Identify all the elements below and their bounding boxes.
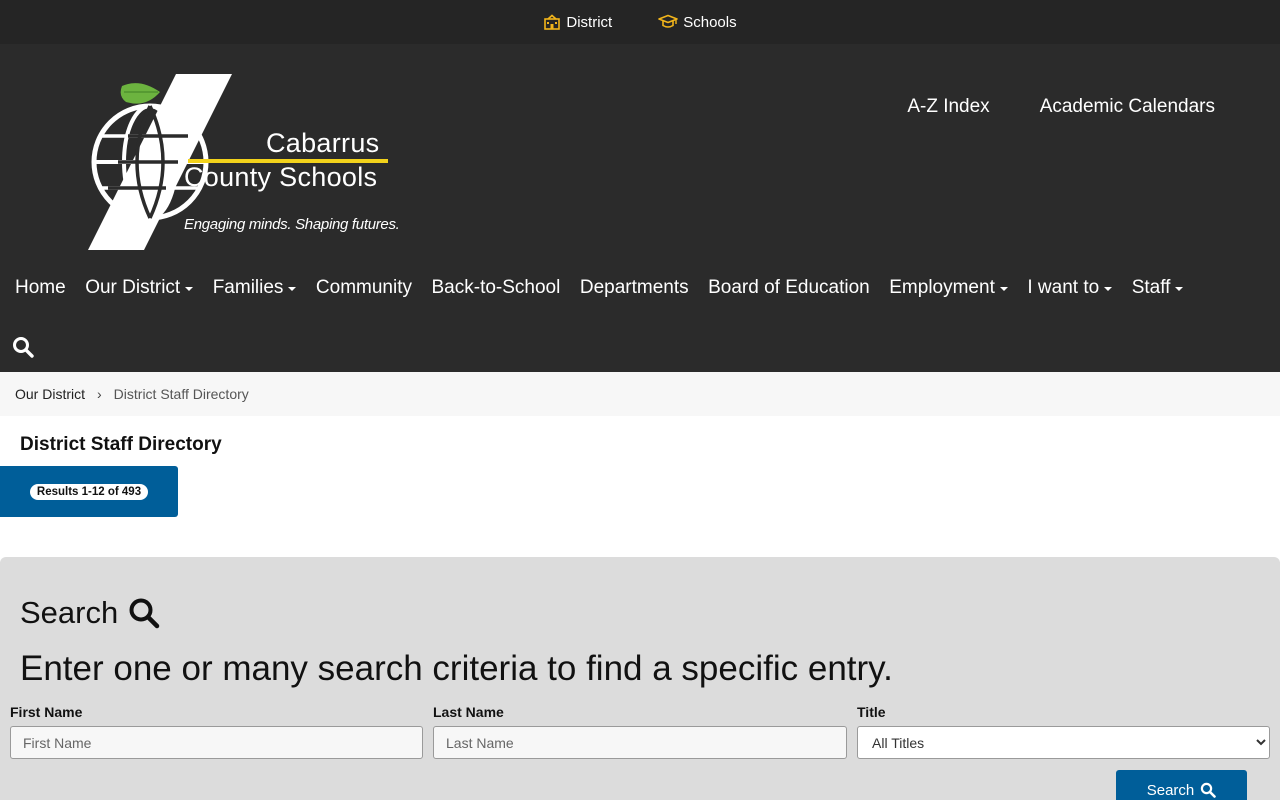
graduation-cap-icon — [658, 14, 679, 28]
caret-down-icon — [185, 287, 194, 291]
nav-item-label: Home — [15, 277, 66, 298]
nav-item-label: Our District — [85, 277, 181, 298]
search-icon — [129, 598, 160, 629]
academic-calendars-link[interactable]: Academic Calendars — [1040, 96, 1215, 118]
nav-item-label: Departments — [579, 277, 689, 298]
nav-item-employment[interactable]: Employment — [889, 277, 1008, 299]
breadcrumb-current: District Staff Directory — [113, 386, 249, 402]
first-name-input[interactable] — [10, 726, 423, 759]
last-name-label: Last Name — [433, 704, 504, 720]
nav-item-label: Back-to-School — [431, 277, 561, 298]
results-box: Results 1-12 of 493 — [0, 466, 178, 517]
nav-item-community[interactable]: Community — [316, 277, 412, 299]
site-header: Cabarrus County Schools Engaging minds. … — [0, 44, 1280, 372]
search-heading-label: Search — [20, 595, 119, 630]
caret-down-icon — [288, 287, 297, 291]
nav-item-our-district[interactable]: Our District — [85, 277, 194, 299]
district-logo[interactable]: Cabarrus County Schools Engaging minds. … — [88, 74, 400, 252]
nav-item-home[interactable]: Home — [15, 277, 66, 299]
nav-item-i-want-to[interactable]: I want to — [1027, 277, 1113, 299]
title-select[interactable]: All Titles — [857, 726, 1270, 759]
nav-item-board-of-education[interactable]: Board of Education — [708, 277, 870, 299]
search-panel: Search Enter one or many search criteria… — [0, 557, 1280, 800]
nav-search-button[interactable] — [12, 336, 34, 363]
search-submit-button[interactable]: Search — [1116, 770, 1247, 800]
nav-item-families[interactable]: Families — [213, 277, 297, 299]
search-heading: Search — [20, 595, 160, 631]
logo-text-line1: Cabarrus — [266, 128, 380, 158]
title-field-group: Title All Titles — [857, 704, 1270, 759]
nav-item-departments[interactable]: Departments — [580, 277, 689, 299]
nav-item-label: Staff — [1131, 277, 1171, 298]
nav-item-label: Families — [212, 277, 284, 298]
caret-down-icon — [1104, 287, 1113, 291]
page-title: District Staff Directory — [20, 434, 222, 455]
school-building-icon — [544, 14, 561, 30]
search-icon — [1201, 782, 1217, 798]
logo-text-line2: County Schools — [184, 162, 378, 192]
top-bar: District Schools — [0, 0, 1280, 44]
first-name-label: First Name — [10, 704, 83, 720]
search-icon — [13, 337, 34, 358]
nav-item-label: Community — [315, 277, 412, 298]
nav-item-label: Employment — [889, 277, 995, 298]
schools-link-label: Schools — [683, 13, 737, 31]
caret-down-icon — [999, 287, 1008, 291]
first-name-field-group: First Name — [10, 704, 423, 759]
breadcrumb-our-district[interactable]: Our District — [15, 386, 85, 402]
nav-item-staff[interactable]: Staff — [1132, 277, 1184, 299]
nav-item-label: I want to — [1027, 277, 1100, 298]
district-link[interactable]: District — [543, 14, 612, 31]
main-nav: Home Our District Families Community Bac… — [15, 277, 1203, 299]
caret-down-icon — [1175, 287, 1184, 291]
search-button-label: Search — [1146, 781, 1195, 799]
schools-link[interactable]: Schools — [658, 13, 737, 31]
district-link-label: District — [566, 13, 613, 31]
results-count-badge: Results 1-12 of 493 — [29, 483, 149, 500]
breadcrumb: Our District › District Staff Directory — [0, 372, 1280, 416]
chevron-right-icon: › — [97, 386, 102, 402]
az-index-link[interactable]: A-Z Index — [907, 96, 989, 118]
nav-item-back-to-school[interactable]: Back-to-School — [432, 277, 561, 299]
logo-tagline: Engaging minds. Shaping futures. — [184, 216, 400, 233]
utility-links: A-Z Index Academic Calendars — [907, 96, 1215, 118]
last-name-input[interactable] — [433, 726, 847, 759]
search-instructions: Enter one or many search criteria to fin… — [20, 649, 893, 688]
last-name-field-group: Last Name — [433, 704, 847, 759]
title-label: Title — [857, 704, 886, 720]
nav-item-label: Board of Education — [708, 277, 870, 298]
